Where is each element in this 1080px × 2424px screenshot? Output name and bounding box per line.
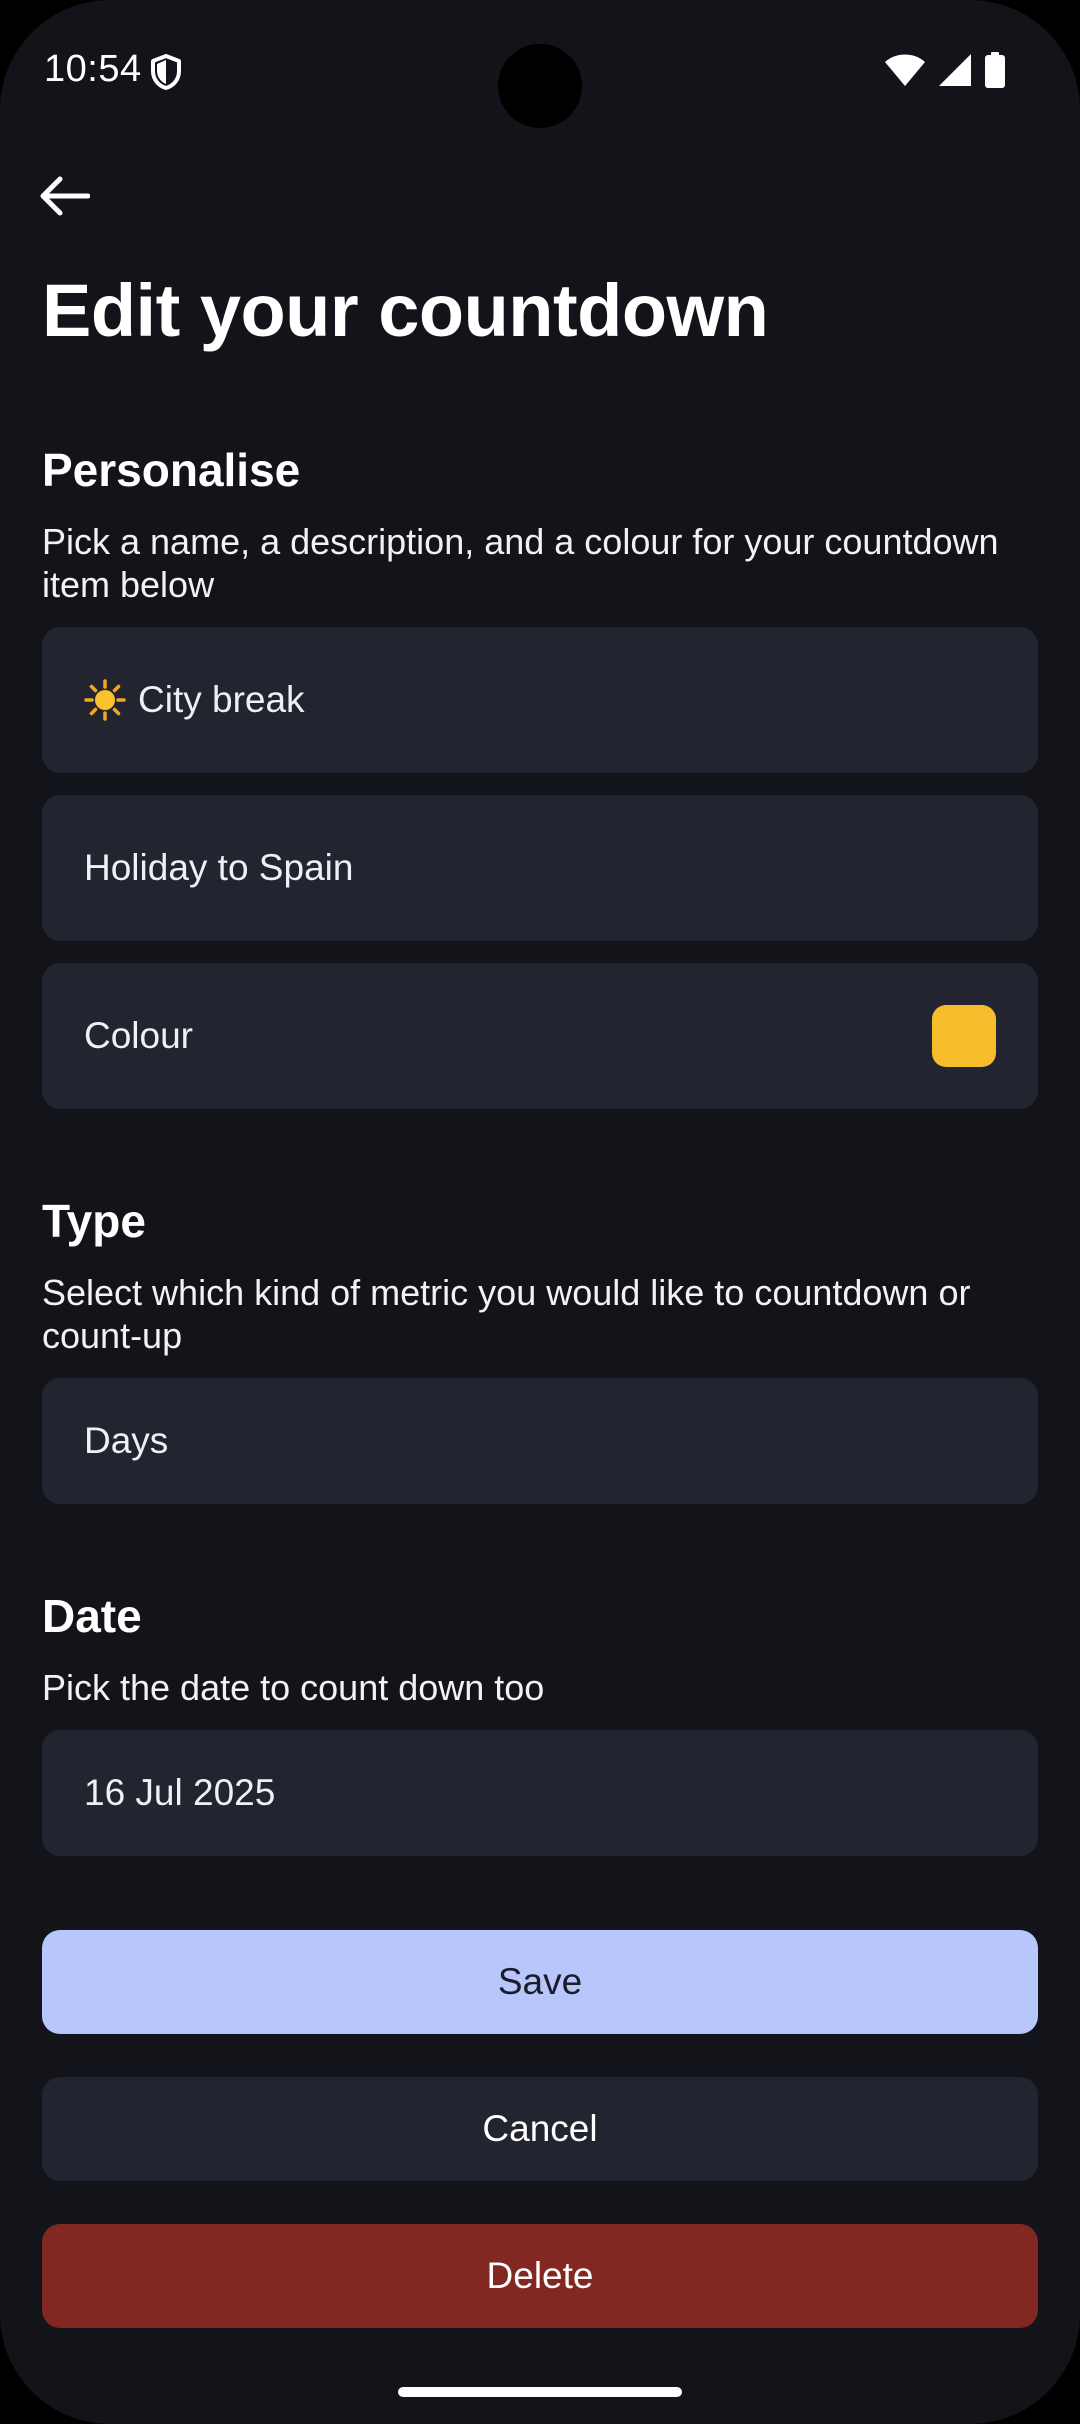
status-bar: 10:54 xyxy=(0,0,1080,140)
status-time: 10:54 xyxy=(44,48,142,90)
colour-field[interactable]: Colour xyxy=(42,963,1038,1109)
sun-emoji-icon xyxy=(84,679,126,721)
status-icons xyxy=(884,52,1006,88)
arrow-back-icon xyxy=(40,176,90,216)
type-select[interactable]: Days xyxy=(42,1378,1038,1504)
type-title: Type xyxy=(42,1195,146,1247)
back-button[interactable] xyxy=(28,160,100,232)
colour-swatch[interactable] xyxy=(932,1005,996,1067)
signal-icon xyxy=(939,54,971,86)
cancel-button[interactable]: Cancel xyxy=(42,2077,1038,2181)
app-screen: 10:54 Edit your countdown Personalise Pi… xyxy=(0,0,1080,2424)
description-field[interactable]: Holiday to Spain xyxy=(42,795,1038,941)
wifi-icon xyxy=(885,54,925,86)
date-description: Pick the date to count down too xyxy=(42,1667,545,1708)
save-button[interactable]: Save xyxy=(42,1930,1038,2034)
description-value: Holiday to Spain xyxy=(84,847,354,888)
personalise-description: Pick a name, a description, and a colour… xyxy=(42,521,999,605)
name-field[interactable]: City break xyxy=(42,627,1038,773)
type-value: Days xyxy=(84,1420,169,1461)
name-value: City break xyxy=(138,679,305,720)
shield-icon xyxy=(151,54,181,90)
page-title: Edit your countdown xyxy=(42,269,769,352)
delete-button[interactable]: Delete xyxy=(42,2224,1038,2328)
type-description: Select which kind of metric you would li… xyxy=(42,1272,971,1356)
colour-label: Colour xyxy=(84,1015,193,1056)
camera-cutout xyxy=(498,44,582,128)
battery-icon xyxy=(985,52,1005,88)
date-title: Date xyxy=(42,1590,142,1642)
home-indicator[interactable] xyxy=(398,2387,682,2397)
personalise-title: Personalise xyxy=(42,444,301,496)
date-picker-field[interactable]: 16 Jul 2025 xyxy=(42,1730,1038,1856)
date-value: 16 Jul 2025 xyxy=(84,1772,276,1813)
